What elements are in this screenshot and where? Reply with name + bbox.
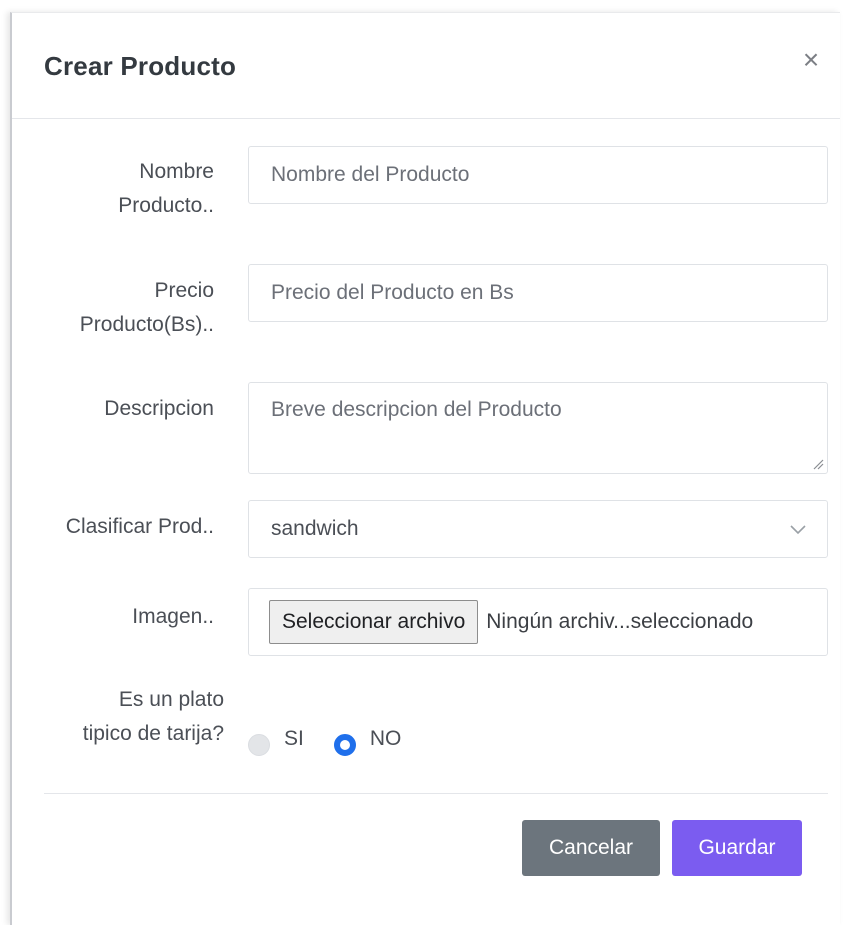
plato-tipico-label-line2: tipico de tarija?: [82, 722, 224, 745]
precio-label-line2: Producto(Bs)..: [79, 313, 214, 336]
radio-si[interactable]: [248, 734, 270, 756]
seleccionar-archivo-button[interactable]: Seleccionar archivo: [269, 600, 479, 644]
nombre-label-line2: Producto..: [118, 194, 214, 217]
plato-tipico-label-line1: Es un plato: [118, 688, 224, 711]
plato-tipico-radio-group: SI NO: [248, 719, 431, 759]
imagen-label: Imagen..: [132, 605, 214, 628]
modal-title: Crear Producto: [44, 51, 237, 81]
descripcion-textarea[interactable]: Breve descripcion del Producto: [248, 382, 828, 474]
imagen-file-input: Seleccionar archivo Ningún archiv...sele…: [248, 588, 828, 656]
radio-si-label[interactable]: SI: [284, 727, 304, 751]
crear-producto-modal: Crear Producto × Nombre Producto.. Nombr…: [10, 12, 840, 925]
close-icon[interactable]: ×: [796, 45, 826, 75]
chevron-down-icon: [790, 525, 806, 535]
modal-header: Crear Producto ×: [12, 13, 840, 119]
clasificar-selected-value: sandwich: [271, 517, 359, 540]
nombre-label-line1: Nombre: [139, 160, 214, 183]
save-button[interactable]: Guardar: [672, 820, 802, 876]
file-status: Ningún archiv...seleccionado: [486, 610, 754, 633]
radio-no-label[interactable]: NO: [370, 727, 402, 751]
precio-label-line1: Precio: [154, 279, 214, 302]
descripcion-placeholder: Breve descripcion del Producto: [271, 398, 562, 421]
resize-grip-icon[interactable]: [812, 458, 824, 470]
footer-divider: [44, 793, 828, 794]
clasificar-label: Clasificar Prod..: [65, 515, 214, 538]
precio-producto-input[interactable]: Precio del Producto en Bs: [248, 264, 828, 322]
cancel-button[interactable]: Cancelar: [522, 820, 660, 876]
descripcion-label: Descripcion: [104, 397, 214, 420]
nombre-label: Nombre Producto..: [44, 155, 214, 223]
plato-tipico-label: Es un plato tipico de tarija?: [44, 683, 224, 751]
radio-no[interactable]: [333, 734, 356, 756]
nombre-producto-input[interactable]: Nombre del Producto: [248, 146, 828, 204]
precio-label: Precio Producto(Bs)..: [44, 274, 214, 342]
clasificar-select[interactable]: sandwich: [248, 500, 828, 558]
